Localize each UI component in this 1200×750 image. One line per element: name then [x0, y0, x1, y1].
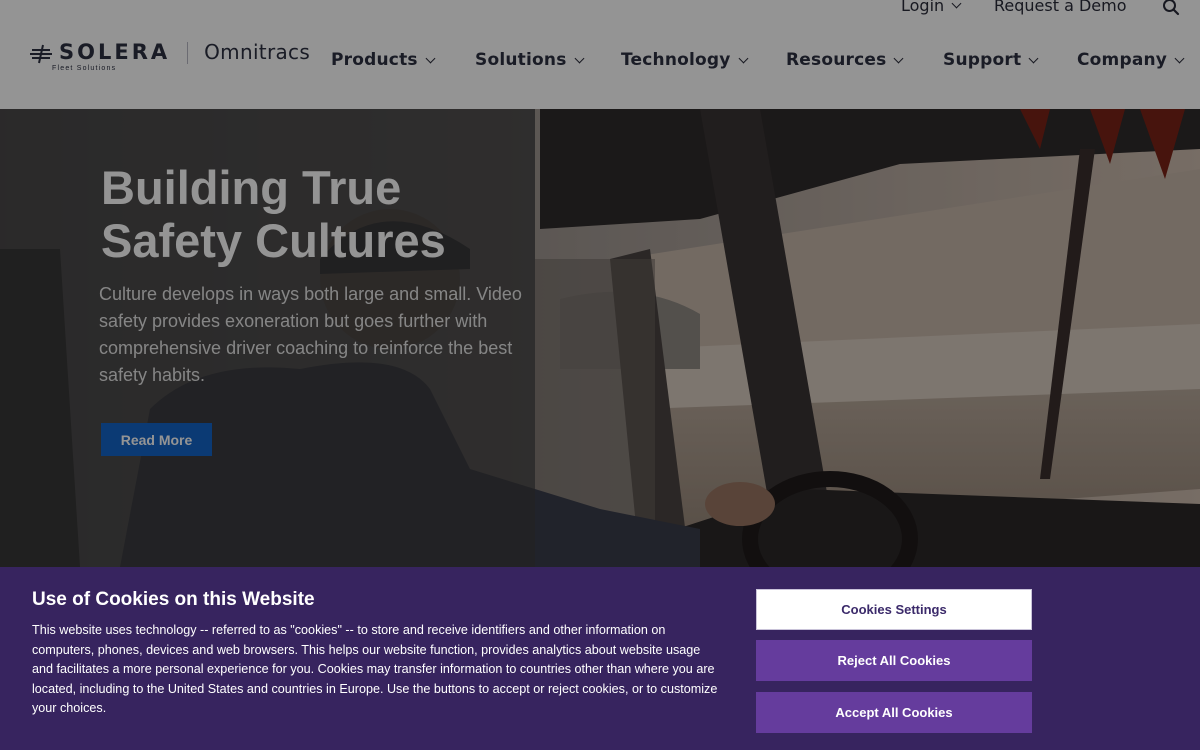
hero-description: Culture develops in ways both large and … — [99, 284, 522, 385]
cookies-settings-button[interactable]: Cookies Settings — [756, 589, 1032, 630]
chevron-down-icon — [951, 0, 962, 9]
nav-label: Resources — [786, 50, 887, 70]
nav-item-technology[interactable]: Technology — [621, 50, 749, 70]
chevron-down-icon — [1028, 53, 1039, 63]
chevron-down-icon — [738, 53, 749, 63]
nav-label: Products — [331, 50, 418, 70]
request-demo-link[interactable]: Request a Demo — [994, 0, 1127, 15]
login-link[interactable]: Login — [901, 0, 962, 15]
nav-item-products[interactable]: Products — [331, 50, 436, 70]
hero-title: Building True Safety Cultures — [101, 161, 446, 267]
accept-all-cookies-button[interactable]: Accept All Cookies — [756, 692, 1032, 733]
cookie-banner-text: This website uses technology -- referred… — [32, 623, 718, 716]
request-demo-label: Request a Demo — [994, 0, 1127, 15]
nav-item-resources[interactable]: Resources — [786, 50, 904, 70]
read-more-button[interactable]: Read More — [101, 423, 212, 456]
nav-label: Support — [943, 50, 1022, 70]
nav-label: Company — [1077, 50, 1168, 70]
hero-section: Building True Safety Cultures Culture de… — [0, 109, 1200, 567]
reject-all-cookies-button[interactable]: Reject All Cookies — [756, 640, 1032, 681]
nav-item-support[interactable]: Support — [943, 50, 1039, 70]
nav-label: Solutions — [475, 50, 567, 70]
chevron-down-icon — [425, 53, 436, 63]
cookie-banner: Use of Cookies on this Website This webs… — [0, 567, 1200, 750]
site-header: Login Request a Demo SOLERA Fleet Soluti… — [0, 0, 1200, 109]
nav-item-company[interactable]: Company — [1077, 50, 1185, 70]
chevron-down-icon — [893, 53, 904, 63]
nav-label: Technology — [621, 50, 731, 70]
cookie-banner-title: Use of Cookies on this Website — [32, 589, 315, 610]
search-icon[interactable] — [1162, 0, 1180, 16]
chevron-down-icon — [1174, 53, 1185, 63]
main-nav: Products Solutions Technology Resources … — [0, 50, 1200, 72]
nav-item-solutions[interactable]: Solutions — [475, 50, 584, 70]
chevron-down-icon — [574, 53, 584, 63]
login-label: Login — [901, 0, 945, 15]
